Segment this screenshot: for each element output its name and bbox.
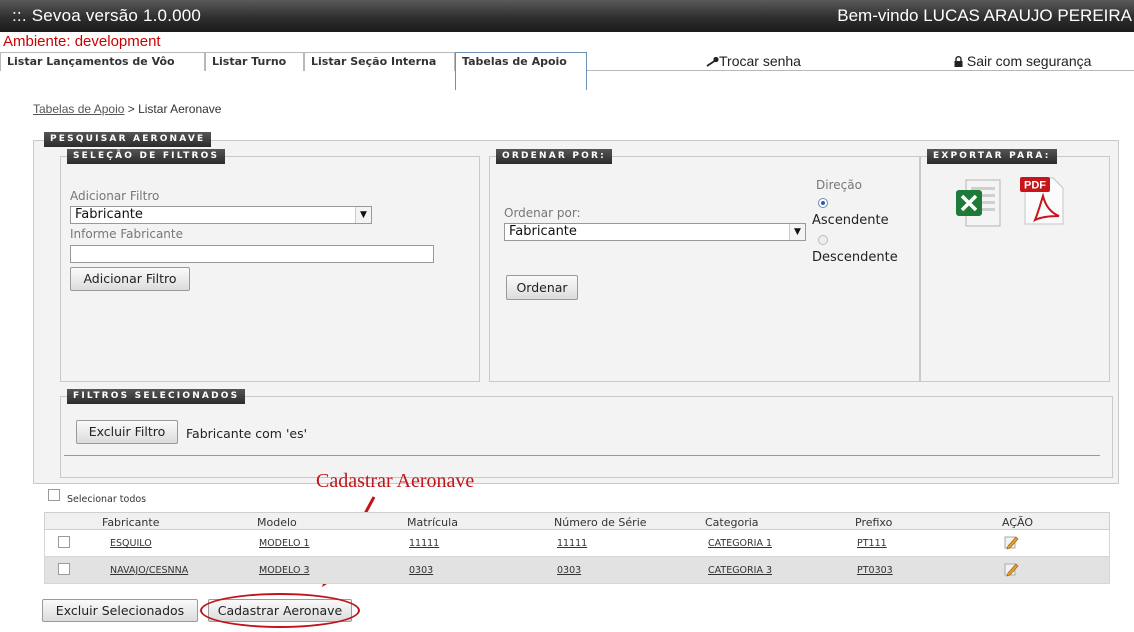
cell-categoria[interactable]: CATEGORIA 1 — [708, 538, 772, 549]
add-filter-label: Adicionar Filtro — [70, 189, 160, 203]
select-all-checkbox[interactable] — [48, 489, 60, 501]
inform-manufacturer-input[interactable] — [70, 245, 434, 263]
app-title: ::. Sevoa versão 1.0.000 — [12, 6, 202, 25]
pencil-edit-icon[interactable] — [1003, 561, 1019, 577]
active-filter-text: Fabricante com 'es' — [186, 426, 308, 441]
col-acao: AÇÃO — [1002, 516, 1034, 529]
cell-fabricante[interactable]: NAVAJO/CESNNA — [110, 565, 188, 576]
ascending-radio[interactable] — [818, 198, 828, 208]
lock-icon — [954, 56, 963, 67]
search-legend: PESQUISAR AERONAVE — [44, 132, 212, 147]
table-row: ESQUILO MODELO 1 11111 11111 CATEGORIA 1… — [44, 530, 1110, 557]
col-prefixo[interactable]: Prefixo — [855, 516, 892, 529]
cell-modelo[interactable]: MODELO 3 — [259, 565, 310, 576]
tab-listar-turno[interactable]: Listar Turno — [205, 52, 304, 71]
breadcrumb-current: Listar Aeronave — [138, 102, 222, 116]
add-filter-value: Fabricante — [75, 207, 143, 222]
annotation-highlight-ellipse — [200, 593, 360, 628]
cell-numero-serie[interactable]: 0303 — [557, 565, 581, 576]
divider — [64, 455, 1100, 456]
row-checkbox[interactable] — [58, 536, 70, 548]
cell-prefixo[interactable]: PT0303 — [857, 565, 893, 576]
order-by-value: Fabricante — [509, 224, 577, 239]
change-password-link[interactable]: Trocar senha — [706, 53, 801, 69]
logout-link[interactable]: Sair com segurança — [954, 53, 1091, 69]
export-fieldset — [920, 156, 1110, 382]
selected-filters-legend: FILTROS SELECIONADOS — [67, 389, 246, 404]
order-legend: ORDENAR POR: — [496, 149, 612, 164]
cell-prefixo[interactable]: PT111 — [857, 538, 887, 549]
cell-numero-serie[interactable]: 11111 — [557, 538, 587, 549]
svg-text:PDF: PDF — [1024, 180, 1046, 192]
breadcrumb: Tabelas de Apoio > Listar Aeronave — [33, 102, 221, 116]
col-categoria[interactable]: Categoria — [705, 516, 759, 529]
change-password-label: Trocar senha — [719, 53, 801, 69]
filters-legend: SELEÇÃO DE FILTROS — [67, 149, 226, 164]
cell-matricula[interactable]: 11111 — [409, 538, 439, 549]
logout-label: Sair com segurança — [966, 53, 1092, 69]
cell-categoria[interactable]: CATEGORIA 3 — [708, 565, 772, 576]
table-row: NAVAJO/CESNNA MODELO 3 0303 0303 CATEGOR… — [44, 557, 1110, 584]
chevron-down-icon: ▼ — [789, 224, 805, 240]
col-matricula[interactable]: Matrícula — [407, 516, 458, 529]
environment-label: Ambiente: development — [3, 33, 161, 50]
cell-modelo[interactable]: MODELO 1 — [259, 538, 310, 549]
cell-fabricante[interactable]: ESQUILO — [110, 538, 152, 549]
remove-filter-button[interactable]: Excluir Filtro — [76, 420, 178, 444]
tab-tabelas-de-apoio[interactable]: Tabelas de Apoio — [455, 52, 587, 90]
ascending-label: Ascendente — [812, 213, 889, 228]
cell-matricula[interactable]: 0303 — [409, 565, 433, 576]
pencil-edit-icon[interactable] — [1003, 534, 1019, 550]
add-filter-button[interactable]: Adicionar Filtro — [70, 267, 190, 291]
excel-icon[interactable] — [952, 177, 1002, 229]
col-modelo[interactable]: Modelo — [257, 516, 297, 529]
descending-label: Descendente — [812, 250, 898, 265]
table-header: Fabricante Modelo Matrícula Número de Sé… — [44, 512, 1110, 530]
chevron-down-icon: ▼ — [355, 207, 371, 223]
select-all-label: Selecionar todos — [67, 494, 147, 505]
add-filter-select[interactable]: Fabricante ▼ — [70, 206, 372, 224]
descending-radio[interactable] — [818, 235, 828, 245]
tab-listar-lancamentos[interactable]: Listar Lançamentos de Vôo — [0, 52, 205, 71]
tab-listar-secao-interna[interactable]: Listar Seção Interna — [304, 52, 455, 71]
breadcrumb-parent[interactable]: Tabelas de Apoio — [33, 102, 124, 116]
direction-label: Direção — [816, 178, 862, 192]
pdf-icon[interactable]: PDF — [1017, 174, 1067, 228]
order-by-select[interactable]: Fabricante ▼ — [504, 223, 806, 241]
delete-selected-button[interactable]: Excluir Selecionados — [42, 599, 198, 622]
inform-manufacturer-label: Informe Fabricante — [70, 227, 184, 241]
col-numero-serie[interactable]: Número de Série — [554, 516, 647, 529]
welcome-text: Bem-vindo LUCAS ARAUJO PEREIRA — [837, 6, 1132, 25]
key-icon — [706, 56, 719, 67]
order-button[interactable]: Ordenar — [506, 275, 578, 300]
order-by-label: Ordenar por: — [504, 206, 581, 220]
breadcrumb-separator: > — [124, 102, 139, 116]
top-bar: ::. Sevoa versão 1.0.000 Bem-vindo LUCAS… — [0, 0, 1134, 32]
annotation-label: Cadastrar Aeronave — [316, 470, 475, 492]
col-fabricante[interactable]: Fabricante — [102, 516, 159, 529]
export-legend: EXPORTAR PARA: — [927, 149, 1057, 164]
row-checkbox[interactable] — [58, 563, 70, 575]
